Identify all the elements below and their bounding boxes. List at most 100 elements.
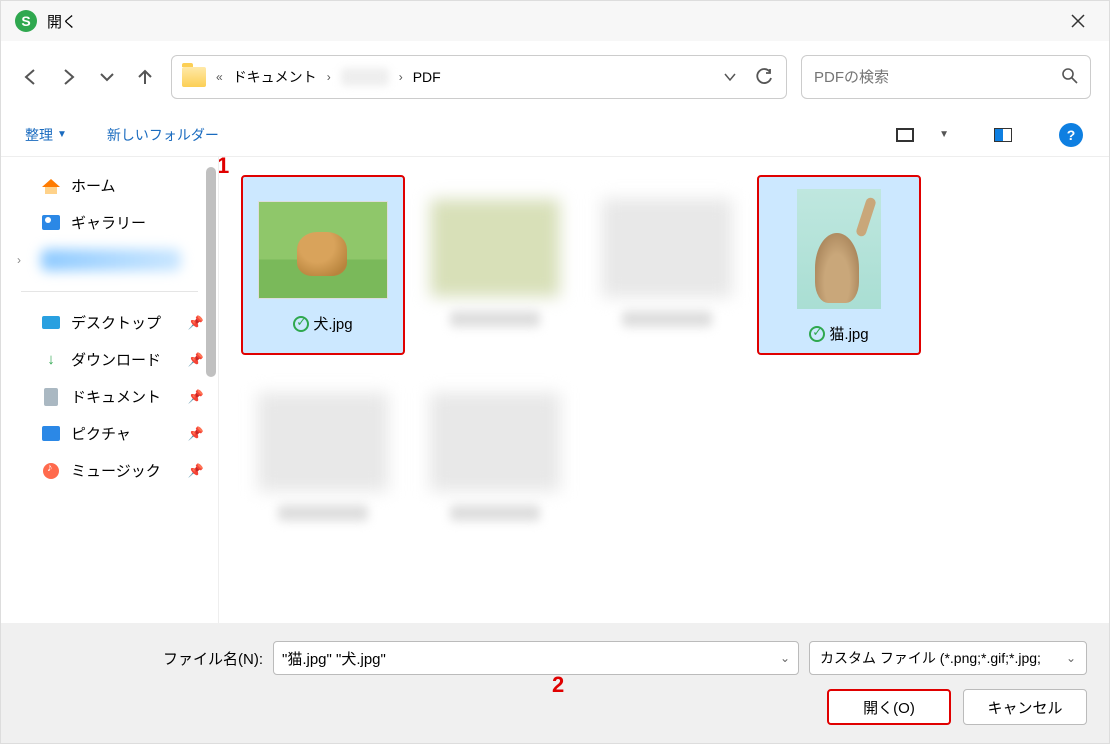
search-input[interactable] — [814, 69, 1062, 86]
pin-icon: 📌 — [188, 315, 204, 331]
filename-dog: 犬.jpg — [313, 313, 352, 334]
home-icon — [42, 179, 60, 187]
sidebar-label-desktop: デスクトップ — [71, 312, 161, 333]
sidebar-item-desktop[interactable]: デスクトップ 📌 — [1, 304, 218, 341]
filename-input[interactable] — [282, 650, 780, 667]
sidebar-separator — [21, 291, 198, 292]
pin-icon: 📌 — [188, 389, 204, 405]
file-item-dog[interactable]: 犬.jpg — [241, 175, 405, 355]
breadcrumb-redacted — [341, 68, 389, 86]
sidebar-scrollbar[interactable] — [206, 167, 216, 377]
redacted-item — [41, 249, 181, 271]
open-button[interactable]: 開く(O) — [827, 689, 951, 725]
filename-blur — [450, 311, 540, 327]
app-icon: S — [15, 10, 37, 32]
file-item-cat[interactable]: 猫.jpg — [757, 175, 921, 355]
sidebar-item-gallery[interactable]: ギャラリー — [1, 204, 218, 241]
sidebar-label-music: ミュージック — [71, 460, 161, 481]
breadcrumb-pdf[interactable]: PDF — [413, 69, 441, 85]
filename-row: ファイル名(N): ⌄ 2 カスタム ファイル (*.png;*.gif;*.j… — [23, 641, 1087, 675]
preview-pane-icon — [994, 128, 1012, 142]
music-icon — [43, 463, 59, 479]
refresh-button[interactable] — [752, 65, 776, 89]
search-icon[interactable] — [1062, 68, 1078, 87]
open-file-dialog: S 開く « ドキュメント › › PDF — [0, 0, 1110, 744]
toolbar: 整理 ▼ 新しいフォルダー ▼ ? — [1, 113, 1109, 157]
cancel-button-label: キャンセル — [987, 697, 1062, 718]
file-label-dog: 犬.jpg — [293, 313, 352, 334]
arrow-left-icon — [22, 68, 40, 86]
folder-icon — [182, 67, 206, 87]
sidebar-item-documents[interactable]: ドキュメント 📌 — [1, 378, 218, 415]
chevron-down-icon — [723, 70, 737, 84]
close-icon — [1071, 14, 1085, 28]
chevron-down-icon: ⌄ — [1066, 651, 1076, 665]
sidebar-item-music[interactable]: ミュージック 📌 — [1, 452, 218, 489]
crumb-prefix: « — [216, 70, 223, 84]
organize-menu[interactable]: 整理 ▼ — [25, 125, 67, 145]
back-button[interactable] — [19, 65, 43, 89]
crumb-arrow-2[interactable]: › — [399, 70, 403, 84]
document-icon — [44, 388, 58, 406]
help-button[interactable]: ? — [1057, 121, 1085, 149]
sidebar-item-pictures[interactable]: ピクチャ 📌 — [1, 415, 218, 452]
new-folder-button[interactable]: 新しいフォルダー — [107, 125, 219, 145]
view-mode-button[interactable] — [891, 121, 919, 149]
filename-dropdown[interactable]: ⌄ — [780, 651, 790, 665]
chevron-right-icon: › — [17, 253, 21, 267]
recent-dropdown[interactable] — [95, 65, 119, 89]
view-mode-icon — [896, 128, 914, 142]
new-folder-label: 新しいフォルダー — [107, 125, 219, 145]
address-dropdown[interactable] — [718, 65, 742, 89]
file-pane[interactable]: 1 犬.jpg — [219, 157, 1109, 623]
filename-cat: 猫.jpg — [829, 323, 868, 344]
thumbnail-blur — [602, 199, 732, 297]
sync-check-icon — [809, 326, 825, 342]
pin-icon: 📌 — [188, 352, 204, 368]
dialog-body: ホーム ギャラリー › デスクトップ 📌 ↓ ダウンロード 📌 — [1, 157, 1109, 623]
up-button[interactable] — [133, 65, 157, 89]
thumbnail-cat — [797, 189, 881, 309]
sidebar-label-gallery: ギャラリー — [71, 212, 146, 233]
sidebar-item-home[interactable]: ホーム — [1, 167, 218, 204]
arrow-up-icon — [136, 68, 154, 86]
sidebar-label-pictures: ピクチャ — [71, 423, 131, 444]
chevron-down-icon: ▼ — [57, 129, 67, 140]
file-item-blur-2[interactable] — [585, 175, 749, 355]
pin-icon: 📌 — [188, 426, 204, 442]
cancel-button[interactable]: キャンセル — [963, 689, 1087, 725]
filename-combobox[interactable]: ⌄ — [273, 641, 799, 675]
view-mode-dropdown[interactable]: ▼ — [939, 129, 949, 140]
thumbnail-blur — [430, 199, 560, 297]
filename-blur — [622, 311, 712, 327]
organize-label: 整理 — [25, 125, 53, 145]
gallery-icon — [42, 215, 60, 230]
sidebar: ホーム ギャラリー › デスクトップ 📌 ↓ ダウンロード 📌 — [1, 157, 219, 623]
file-item-blur-4[interactable] — [413, 369, 577, 549]
footer: ファイル名(N): ⌄ 2 カスタム ファイル (*.png;*.gif;*.j… — [1, 623, 1109, 743]
sidebar-label-documents: ドキュメント — [71, 386, 161, 407]
sync-check-icon — [293, 316, 309, 332]
close-button[interactable] — [1055, 1, 1101, 41]
search-box[interactable] — [801, 55, 1091, 99]
filetype-select[interactable]: カスタム ファイル (*.png;*.gif;*.jpg; ⌄ — [809, 641, 1087, 675]
desktop-icon — [42, 316, 60, 329]
thumbnail-blur — [258, 393, 388, 491]
titlebar: S 開く — [1, 1, 1109, 41]
preview-pane-button[interactable] — [989, 121, 1017, 149]
breadcrumb-documents[interactable]: ドキュメント — [233, 67, 317, 87]
sidebar-item-downloads[interactable]: ↓ ダウンロード 📌 — [1, 341, 218, 378]
sidebar-item-redacted[interactable]: › — [1, 241, 218, 279]
file-item-blur-3[interactable] — [241, 369, 405, 549]
filetype-label: カスタム ファイル (*.png;*.gif;*.jpg; — [820, 648, 1041, 668]
button-row: 開く(O) キャンセル — [23, 689, 1087, 725]
file-item-blur-1[interactable] — [413, 175, 577, 355]
thumbnail-dog — [258, 201, 388, 299]
address-bar[interactable]: « ドキュメント › › PDF — [171, 55, 787, 99]
crumb-arrow-1[interactable]: › — [327, 70, 331, 84]
navbar: « ドキュメント › › PDF — [1, 41, 1109, 113]
help-icon: ? — [1059, 123, 1083, 147]
annotation-1: 1 — [219, 157, 229, 179]
forward-button[interactable] — [57, 65, 81, 89]
arrow-right-icon — [60, 68, 78, 86]
